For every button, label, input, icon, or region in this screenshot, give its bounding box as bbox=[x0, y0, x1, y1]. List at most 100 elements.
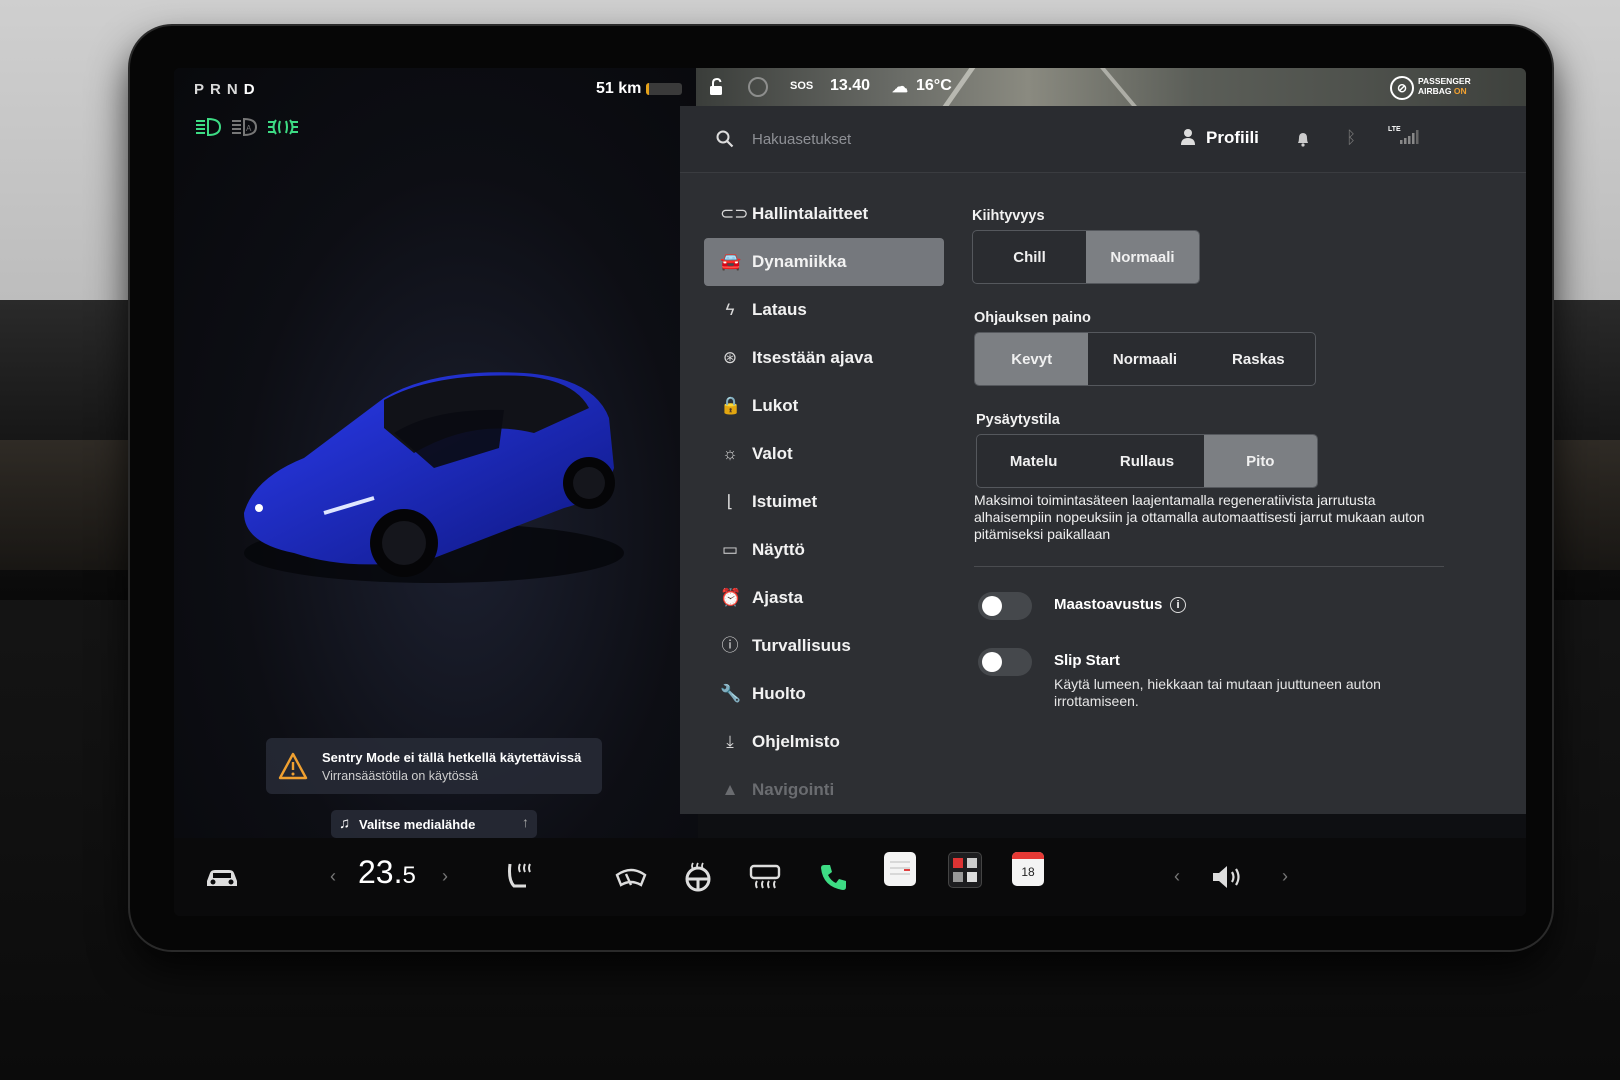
nav-item-turvallisuus[interactable]: ⓘ Turvallisuus bbox=[704, 622, 944, 670]
temp-up-chevron-icon[interactable]: › bbox=[442, 866, 448, 887]
stopping-mode-description: Maksimoi toimintasäteen laajentamalla re… bbox=[974, 492, 1425, 542]
nav-item-hallintalaitteet[interactable]: ⊂⊃ Hallintalaitteet bbox=[704, 190, 944, 238]
nav-label: Ajasta bbox=[752, 588, 804, 607]
gear-p: P bbox=[194, 81, 211, 98]
nav-label: Ohjelmisto bbox=[752, 732, 840, 751]
volume-up-chevron-icon[interactable]: › bbox=[1282, 866, 1288, 887]
settings-nav: ⊂⊃ Hallintalaitteet 🚘 Dynamiikka ϟ Latau… bbox=[704, 190, 944, 814]
gear-d: D bbox=[243, 81, 261, 98]
warning-icon bbox=[278, 752, 308, 780]
notepad-lines bbox=[890, 861, 910, 875]
auto-high-beam-icon: A bbox=[232, 117, 258, 137]
battery-indicator bbox=[646, 83, 682, 95]
profile-button[interactable]: Profiili bbox=[1206, 128, 1259, 148]
acceleration-option-chill[interactable]: Chill bbox=[973, 231, 1086, 283]
status-bar: SOS 13.40 ☁ 16°C ⊘ PASSENGER AIRBAG ON bbox=[696, 68, 1526, 106]
nav-item-huolto[interactable]: 🔧 Huolto bbox=[704, 670, 944, 718]
nav-item-navigointi[interactable]: ▲ Navigointi bbox=[704, 766, 944, 814]
acceleration-selector: Chill Normaali bbox=[972, 230, 1200, 284]
unlock-icon[interactable] bbox=[708, 78, 724, 96]
range-readout: 51 km bbox=[596, 80, 642, 97]
acceleration-option-normaali[interactable]: Normaali bbox=[1086, 231, 1199, 283]
media-source-label: Valitse medialähde bbox=[359, 817, 476, 832]
wrench-icon: 🔧 bbox=[720, 684, 742, 703]
battery-fill bbox=[646, 83, 649, 95]
sun-icon: ☼ bbox=[722, 444, 738, 463]
nav-item-dynamiikka[interactable]: 🚘 Dynamiikka bbox=[704, 238, 944, 286]
car-model-image[interactable] bbox=[234, 338, 634, 598]
signal-strength-icon bbox=[1400, 130, 1419, 144]
nav-label: Huolto bbox=[752, 684, 806, 703]
slip-start-label: Slip Start bbox=[1054, 652, 1120, 669]
steering-option-kevyt[interactable]: Kevyt bbox=[975, 333, 1089, 385]
offroad-toggle[interactable] bbox=[978, 592, 1032, 620]
stopping-option-matelu[interactable]: Matelu bbox=[977, 435, 1090, 487]
sentry-icon[interactable] bbox=[748, 77, 768, 97]
steering-selector: Kevyt Normaali Raskas bbox=[974, 332, 1316, 386]
sentry-mode-alert[interactable]: Sentry Mode ei tällä hetkellä käytettävi… bbox=[266, 738, 602, 794]
lte-label: LTE bbox=[1388, 126, 1401, 133]
nav-label: Valot bbox=[752, 444, 793, 463]
airbag-icon: ⊘ bbox=[1390, 76, 1414, 100]
low-beam-icon bbox=[196, 117, 222, 137]
nav-item-lukot[interactable]: 🔒 Lukot bbox=[704, 382, 944, 430]
nav-item-ajasta[interactable]: ⏰ Ajasta bbox=[704, 574, 944, 622]
info-icon[interactable]: i bbox=[1170, 597, 1186, 613]
bluetooth-icon[interactable]: ᛒ bbox=[1346, 128, 1356, 148]
nav-label: Lukot bbox=[752, 396, 799, 415]
nav-label: Hallintalaitteet bbox=[752, 204, 869, 223]
calendar-icon[interactable]: 18 bbox=[1012, 852, 1044, 886]
stopping-mode-selector: Matelu Rullaus Pito bbox=[976, 434, 1318, 488]
airbag-line2-label: AIRBAG bbox=[1418, 86, 1452, 96]
steering-heater-icon[interactable] bbox=[682, 860, 714, 894]
rear-defrost-icon[interactable] bbox=[748, 860, 782, 894]
stopping-option-pito[interactable]: Pito bbox=[1203, 435, 1317, 487]
gear-selector: PRND bbox=[194, 81, 261, 98]
nav-item-istuimet[interactable]: ⌊ Istuimet bbox=[704, 478, 944, 526]
sos-indicator[interactable]: SOS bbox=[790, 80, 813, 92]
alarm-clock-icon: ⏰ bbox=[720, 588, 742, 607]
profile-icon bbox=[1181, 129, 1195, 145]
nav-item-ohjelmisto[interactable]: ⤓ Ohjelmisto bbox=[704, 718, 944, 766]
seat-heater-icon[interactable] bbox=[504, 860, 534, 894]
gear-n: N bbox=[226, 81, 244, 98]
phone-icon[interactable] bbox=[818, 860, 850, 894]
steering-option-normaali[interactable]: Normaali bbox=[1088, 333, 1201, 385]
nav-item-lataus[interactable]: ϟ Lataus bbox=[704, 286, 944, 334]
notepad-icon[interactable] bbox=[884, 852, 916, 886]
nav-item-naytto[interactable]: ▭ Näyttö bbox=[704, 526, 944, 574]
steering-option-raskas[interactable]: Raskas bbox=[1202, 333, 1315, 385]
settings-search-input[interactable] bbox=[750, 126, 1054, 152]
bell-icon[interactable] bbox=[1296, 131, 1310, 147]
nav-item-valot[interactable]: ☼ Valot bbox=[704, 430, 944, 478]
settings-panel: Profiili ᛒ LTE ⊂⊃ Hallintalaitteet 🚘 Dyn… bbox=[680, 106, 1526, 814]
stopping-option-rullaus[interactable]: Rullaus bbox=[1090, 435, 1203, 487]
acceleration-label: Kiihtyvyys bbox=[972, 208, 1045, 224]
bolt-icon: ϟ bbox=[725, 300, 735, 319]
stopping-mode-label: Pysäytystila bbox=[976, 412, 1060, 428]
nav-item-itsestaan-ajava[interactable]: ⊛ Itsestään ajava bbox=[704, 334, 944, 382]
wiper-icon[interactable] bbox=[614, 860, 648, 894]
parking-lights-icon bbox=[267, 119, 298, 135]
volume-icon[interactable] bbox=[1210, 860, 1246, 894]
toggle-knob bbox=[982, 652, 1002, 672]
media-source-button[interactable]: ♫ Valitse medialähde ↑ bbox=[331, 810, 537, 838]
temp-decimal: 5 bbox=[402, 862, 416, 889]
nav-label: Näyttö bbox=[752, 540, 805, 559]
slip-start-toggle[interactable] bbox=[978, 648, 1032, 676]
steering-label: Ohjauksen paino bbox=[974, 310, 1091, 326]
app-launcher-icon[interactable] bbox=[948, 852, 982, 888]
temp-down-chevron-icon[interactable]: ‹ bbox=[330, 866, 336, 887]
outside-temperature: 16°C bbox=[916, 77, 952, 94]
arrow-up-icon[interactable]: ↑ bbox=[522, 814, 529, 830]
airbag-on: ON bbox=[1453, 86, 1467, 96]
search-icon bbox=[716, 130, 734, 148]
volume-down-chevron-icon[interactable]: ‹ bbox=[1174, 866, 1180, 887]
app-grid bbox=[953, 858, 977, 882]
nav-label: Istuimet bbox=[752, 492, 818, 511]
alert-title: Sentry Mode ei tällä hetkellä käytettävi… bbox=[322, 750, 582, 765]
cabin-temperature[interactable]: 23.5 bbox=[358, 854, 416, 891]
toggle-knob bbox=[982, 596, 1002, 616]
calendar-day: 18 bbox=[1021, 865, 1035, 879]
car-icon[interactable] bbox=[204, 860, 240, 894]
